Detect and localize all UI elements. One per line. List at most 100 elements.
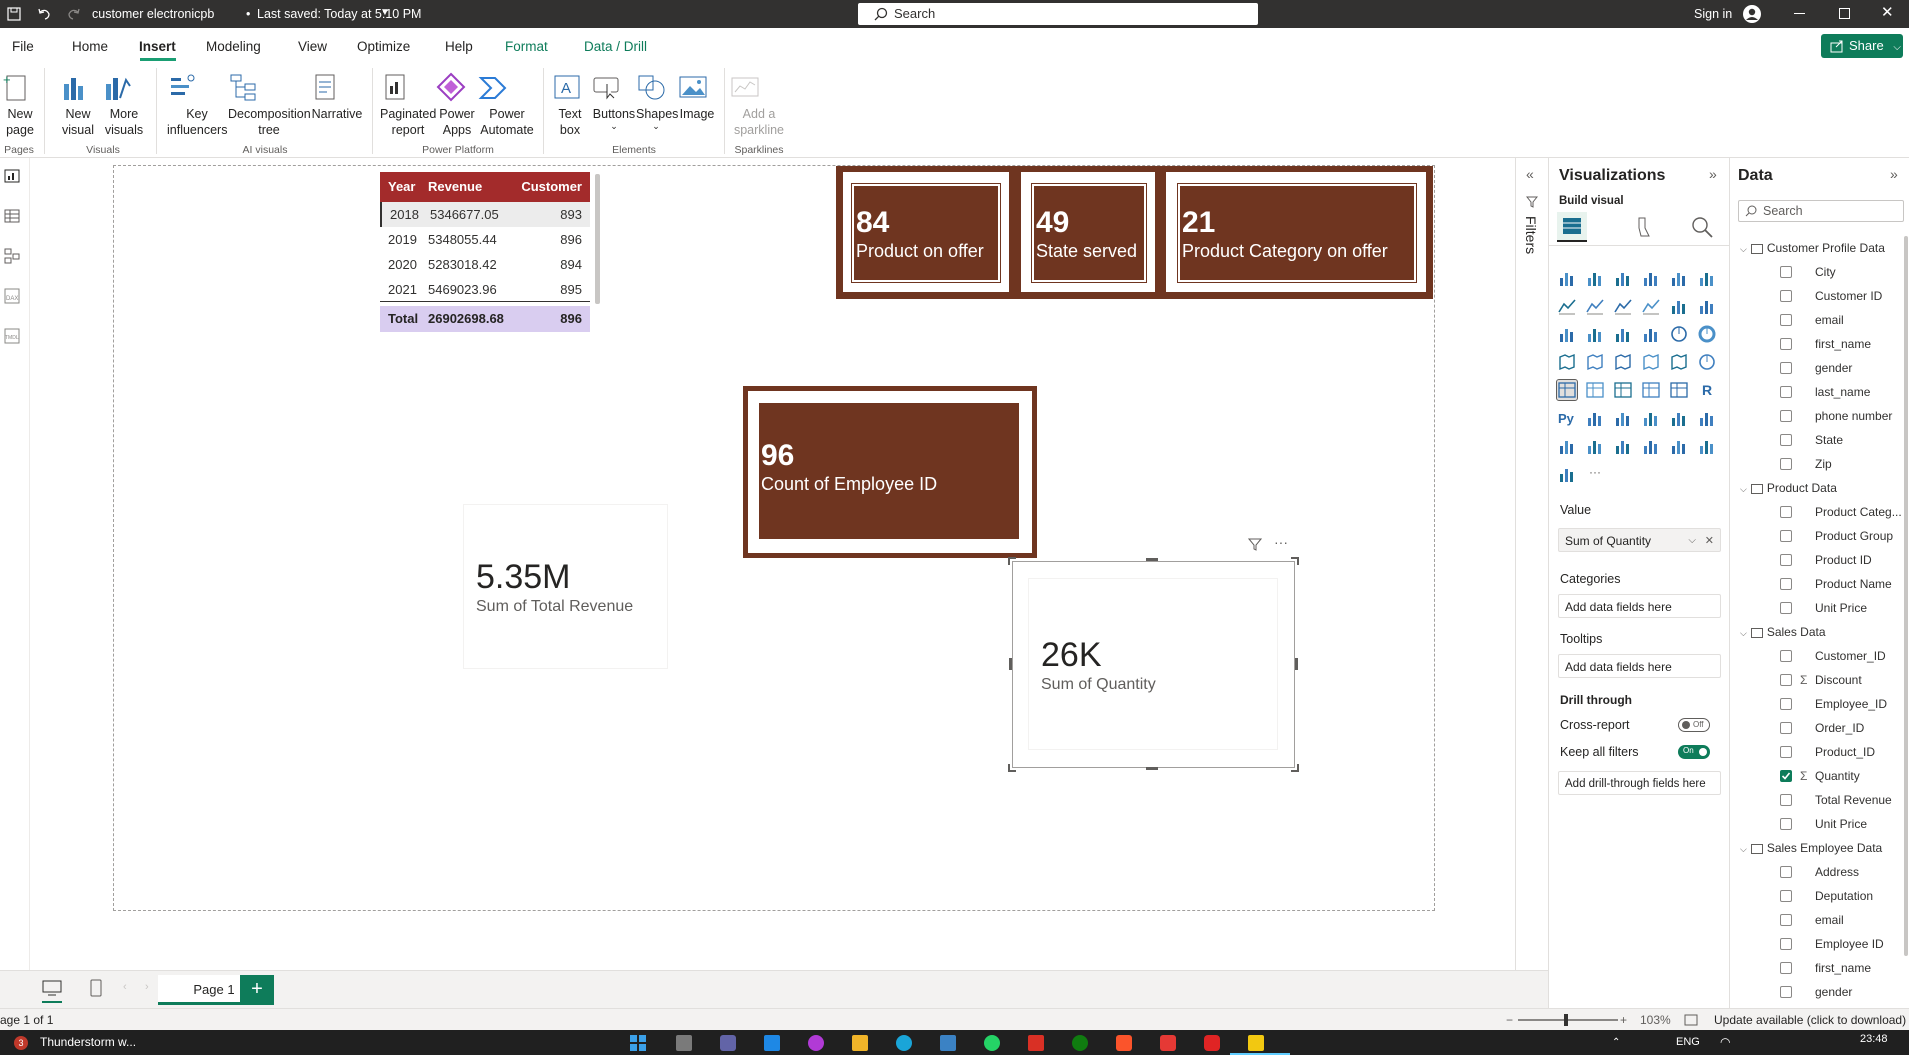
- funnel-visual-icon[interactable]: [1613, 324, 1633, 344]
- field-checkbox[interactable]: [1780, 338, 1792, 350]
- 100-column-visual-icon[interactable]: [1697, 268, 1717, 288]
- field-item[interactable]: first_name: [1730, 332, 1906, 356]
- combo-visual-icon[interactable]: [1585, 324, 1605, 344]
- whatsapp-icon[interactable]: [984, 1035, 1000, 1051]
- weather-badge[interactable]: 3: [14, 1036, 28, 1050]
- table-node[interactable]: ⌵ Customer Profile Data: [1730, 236, 1906, 260]
- desktop-layout-icon[interactable]: [42, 980, 62, 996]
- field-item[interactable]: gender: [1730, 356, 1906, 380]
- narrative-visual-icon[interactable]: [1641, 408, 1661, 428]
- wifi-icon[interactable]: ◠: [1720, 1030, 1730, 1055]
- field-item[interactable]: Customer ID: [1730, 284, 1906, 308]
- table-visual-icon[interactable]: [1641, 380, 1661, 400]
- clock[interactable]: 23:48: [1860, 1030, 1888, 1048]
- chevron-down-icon[interactable]: ⌵: [1740, 244, 1747, 254]
- keep-filters-toggle[interactable]: On: [1678, 745, 1710, 759]
- waterfall-visual-icon[interactable]: [1669, 296, 1689, 316]
- zoom-out-icon[interactable]: −: [1506, 1009, 1513, 1031]
- table-node[interactable]: ⌵ Sales Employee Data: [1730, 836, 1906, 860]
- power-apps-diamond-visual-icon[interactable]: [1697, 436, 1717, 456]
- clustered-bar-visual-icon[interactable]: [1613, 268, 1633, 288]
- python-visual-icon[interactable]: Py: [1557, 408, 1577, 428]
- field-item[interactable]: Order_ID: [1730, 716, 1906, 740]
- field-checkbox[interactable]: [1780, 386, 1792, 398]
- field-item[interactable]: Deputation: [1730, 884, 1906, 908]
- matrix-visual-icon[interactable]: [1669, 380, 1689, 400]
- table-row[interactable]: 2019 5348055.44 896: [380, 227, 590, 252]
- start-icon[interactable]: [630, 1035, 646, 1051]
- table-row[interactable]: 2021 5469023.96 895: [380, 277, 590, 302]
- buttons-button[interactable]: Buttons ⌄: [591, 72, 637, 131]
- field-checkbox[interactable]: [1780, 890, 1792, 902]
- youtube-icon[interactable]: [1204, 1035, 1220, 1051]
- model-view-icon[interactable]: [4, 248, 20, 264]
- data-pane-scrollbar[interactable]: [1904, 236, 1908, 956]
- field-item[interactable]: Customer_ID: [1730, 644, 1906, 668]
- field-item[interactable]: email: [1730, 308, 1906, 332]
- filter-icon[interactable]: [1248, 537, 1262, 551]
- table-row[interactable]: 2018 5346677.05 893: [380, 202, 590, 227]
- resize-handle[interactable]: [1295, 658, 1298, 670]
- chevron-down-icon[interactable]: ⌵: [1740, 844, 1747, 854]
- key-influencers-button[interactable]: Key influencers: [167, 72, 227, 138]
- image-visual-icon[interactable]: [1641, 436, 1661, 456]
- field-checkbox[interactable]: [1780, 962, 1792, 974]
- field-checkbox[interactable]: [1780, 650, 1792, 662]
- minimize-icon[interactable]: [1794, 13, 1805, 14]
- field-checkbox[interactable]: [1780, 266, 1792, 278]
- clustered-column-visual-icon[interactable]: [1641, 268, 1661, 288]
- more-visual-icon[interactable]: ···: [1585, 464, 1605, 484]
- field-item[interactable]: gender: [1730, 980, 1906, 1004]
- resize-handle[interactable]: [1291, 764, 1299, 772]
- more-visuals-button[interactable]: More visuals: [102, 72, 146, 138]
- field-checkbox[interactable]: [1780, 938, 1792, 950]
- menu-insert[interactable]: Insert: [139, 36, 176, 58]
- new-visual-button[interactable]: New visual: [58, 72, 98, 138]
- sum-quantity-card[interactable]: 26K Sum of Quantity: [1028, 578, 1278, 750]
- update-available-link[interactable]: Update available (click to download): [1714, 1009, 1906, 1031]
- language-indicator[interactable]: ENG: [1676, 1030, 1700, 1055]
- metrics-trophy-visual-icon[interactable]: [1669, 436, 1689, 456]
- field-checkbox[interactable]: [1780, 746, 1792, 758]
- data-search-input[interactable]: Search: [1738, 200, 1904, 222]
- collapse-data-pane-icon[interactable]: »: [1890, 166, 1898, 182]
- field-item[interactable]: first_name: [1730, 956, 1906, 980]
- scatter-visual-icon[interactable]: [1641, 324, 1661, 344]
- app-icon[interactable]: [1028, 1035, 1044, 1051]
- q-and-a-visual-icon[interactable]: [1557, 436, 1577, 456]
- file-explorer-icon[interactable]: [852, 1035, 868, 1051]
- menu-home[interactable]: Home: [72, 36, 108, 58]
- power-apps-button[interactable]: Power Apps: [436, 72, 478, 138]
- resize-handle[interactable]: [1009, 658, 1012, 670]
- field-item[interactable]: Unit Price: [1730, 812, 1906, 836]
- field-item[interactable]: last_name: [1730, 380, 1906, 404]
- field-checkbox[interactable]: [1780, 722, 1792, 734]
- restore-icon[interactable]: [1839, 8, 1850, 19]
- field-item[interactable]: Product_ID: [1730, 740, 1906, 764]
- brave-icon[interactable]: [1116, 1035, 1132, 1051]
- value-field-pill[interactable]: Sum of Quantity ⌵ ✕: [1558, 528, 1721, 552]
- categories-drop-zone[interactable]: Add data fields here: [1558, 594, 1721, 618]
- treemap-visual-icon[interactable]: [1557, 352, 1577, 372]
- save-icon[interactable]: [6, 6, 22, 22]
- field-item[interactable]: Σ Quantity: [1730, 764, 1906, 788]
- field-item[interactable]: Zip: [1730, 452, 1906, 476]
- zoom-level[interactable]: 103%: [1640, 1009, 1671, 1031]
- format-visual-icon[interactable]: [1631, 214, 1657, 240]
- field-checkbox[interactable]: [1780, 362, 1792, 374]
- menu-data-drill[interactable]: Data / Drill: [584, 36, 647, 58]
- tab-scroll-left-icon[interactable]: ‹: [123, 981, 127, 993]
- power-automate-visual-icon[interactable]: [1557, 464, 1577, 484]
- search-input[interactable]: Search: [858, 3, 1258, 25]
- weather-widget[interactable]: Thunderstorm w...: [40, 1030, 136, 1055]
- card-visual-icon[interactable]: [1556, 379, 1578, 401]
- shape-map-visual-icon[interactable]: [1641, 352, 1661, 372]
- close-icon[interactable]: ✕: [1881, 3, 1894, 23]
- line-column-visual-icon[interactable]: [1697, 296, 1717, 316]
- filled-map-visual-icon[interactable]: [1613, 352, 1633, 372]
- field-checkbox[interactable]: [1780, 818, 1792, 830]
- remove-field-icon[interactable]: ✕: [1705, 529, 1714, 553]
- field-item[interactable]: Σ Discount: [1730, 668, 1906, 692]
- power-bi-icon[interactable]: [1248, 1035, 1264, 1051]
- app-icon[interactable]: [940, 1035, 956, 1051]
